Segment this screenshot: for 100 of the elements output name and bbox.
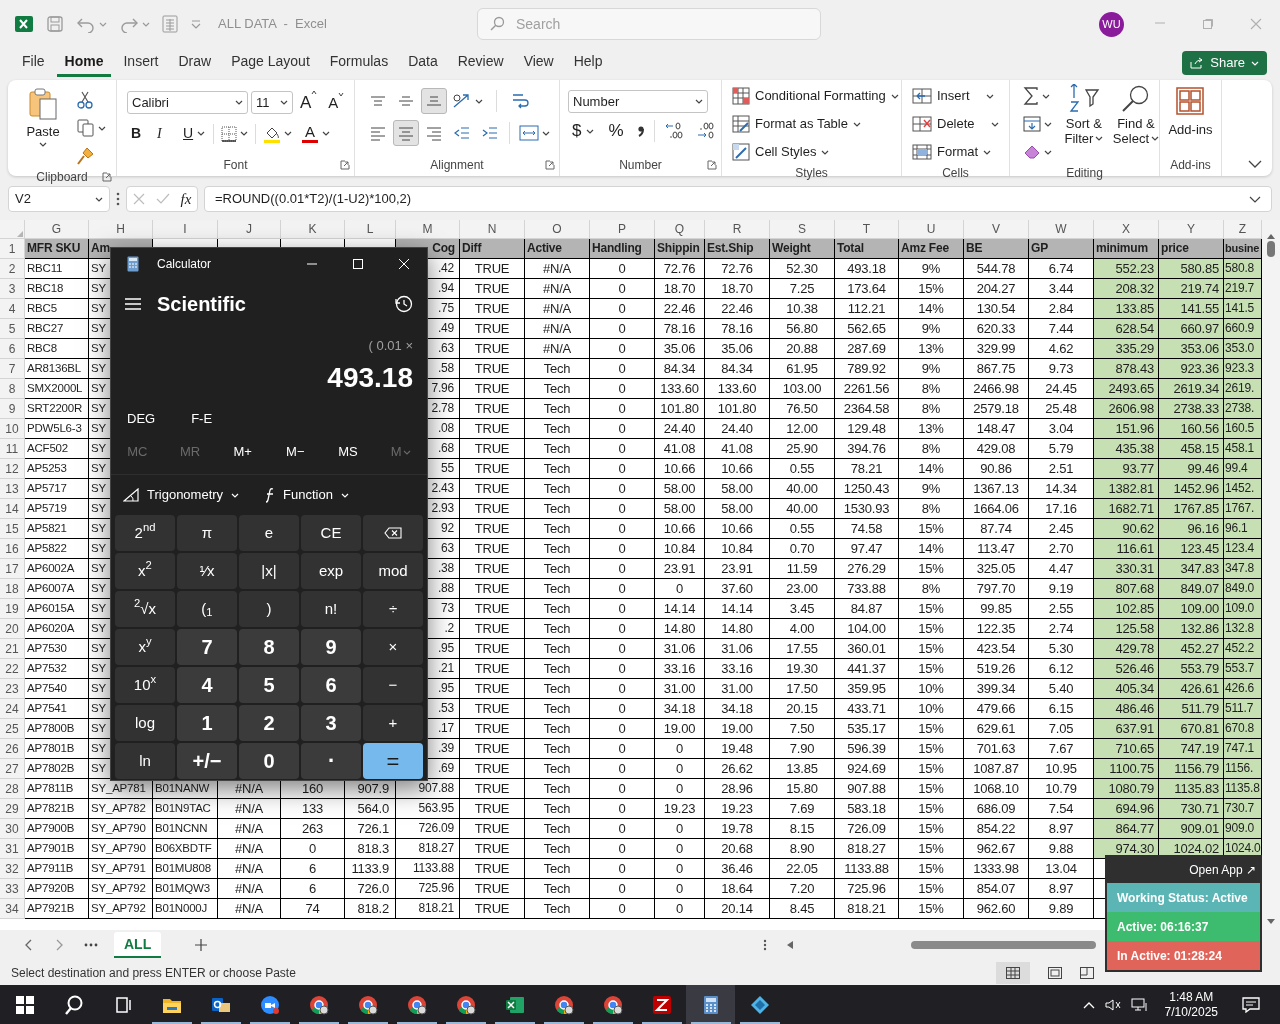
menu-tab[interactable]: Page Layout bbox=[223, 49, 318, 77]
menu-tab[interactable]: Home bbox=[56, 49, 112, 77]
dropdown-menu-button[interactable]: Function bbox=[265, 485, 349, 505]
row-header[interactable]: 16 bbox=[0, 539, 25, 559]
horizontal-scrollbar-thumb[interactable] bbox=[911, 941, 1097, 949]
column-header[interactable]: W bbox=[1029, 220, 1094, 239]
row-header[interactable]: 19 bbox=[0, 599, 25, 619]
add-sheet-icon[interactable] bbox=[195, 939, 208, 951]
font-size-dropdown[interactable]: 11 bbox=[251, 91, 293, 115]
dialog-launcher-icon[interactable] bbox=[545, 160, 555, 170]
column-header[interactable]: H bbox=[89, 220, 153, 239]
calculator-key[interactable]: − bbox=[363, 667, 423, 703]
name-box[interactable]: V2 bbox=[8, 186, 110, 212]
calculator-key[interactable]: ÷ bbox=[363, 591, 423, 627]
row-header[interactable]: 28 bbox=[0, 779, 25, 799]
more-options-icon[interactable] bbox=[116, 192, 120, 206]
menu-tab[interactable]: Data bbox=[400, 49, 446, 77]
column-header[interactable]: T bbox=[835, 220, 899, 239]
row-header[interactable]: 13 bbox=[0, 479, 25, 499]
column-header[interactable]: X bbox=[1094, 220, 1159, 239]
memory-button[interactable]: M− bbox=[269, 442, 322, 462]
calculator-key[interactable]: |x| bbox=[239, 553, 299, 589]
memory-button[interactable]: MS bbox=[321, 442, 375, 462]
clock-button[interactable]: 1:48 AM 7/10/2025 bbox=[1158, 989, 1224, 1020]
calculator-key[interactable]: mod bbox=[363, 553, 423, 589]
sheet-tab[interactable]: ALL bbox=[114, 932, 162, 958]
equals-key[interactable]: = bbox=[363, 743, 423, 779]
calculator-key[interactable]: . bbox=[301, 743, 361, 779]
previous-sheet-icon[interactable] bbox=[24, 939, 32, 951]
find-select-button[interactable]: Find & Select bbox=[1112, 84, 1159, 146]
row-header[interactable]: 22 bbox=[0, 659, 25, 679]
row-header[interactable]: 1 bbox=[0, 239, 25, 259]
menu-tab[interactable]: Draw bbox=[170, 49, 220, 77]
page-break-icon[interactable] bbox=[1080, 966, 1094, 979]
share-button[interactable]: Share bbox=[1182, 51, 1267, 75]
column-header[interactable]: G bbox=[25, 220, 89, 239]
dialog-launcher-icon[interactable] bbox=[340, 160, 350, 170]
network-icon[interactable] bbox=[1130, 997, 1149, 1012]
menu-icon[interactable] bbox=[125, 298, 141, 310]
row-header[interactable]: 26 bbox=[0, 739, 25, 759]
conditional-formatting-button[interactable]: Conditional Formatting bbox=[732, 84, 901, 108]
expand-icon[interactable] bbox=[1249, 195, 1261, 203]
row-header[interactable]: 9 bbox=[0, 399, 25, 419]
row-header[interactable]: 23 bbox=[0, 679, 25, 699]
normal-view-button[interactable] bbox=[996, 961, 1030, 984]
calculator-key[interactable]: 10$^{x}$ bbox=[115, 667, 175, 703]
calculator-key[interactable]: 2$^{nd}$ bbox=[115, 515, 175, 551]
row-header[interactable]: 15 bbox=[0, 519, 25, 539]
row-header[interactable]: 18 bbox=[0, 579, 25, 599]
format-as-table-button[interactable]: Format as Table bbox=[732, 112, 901, 136]
number-format-dropdown[interactable]: Number bbox=[568, 90, 708, 113]
paste-button[interactable]: Paste bbox=[22, 86, 64, 147]
row-header[interactable]: 17 bbox=[0, 559, 25, 579]
bold-button[interactable]: B bbox=[127, 121, 149, 146]
dropdown-menu-button[interactable]: Trigonometry bbox=[123, 485, 240, 505]
calculator-key[interactable]: + bbox=[363, 705, 423, 741]
row-header[interactable]: 25 bbox=[0, 719, 25, 739]
insert-function-button[interactable]: fx bbox=[180, 187, 192, 211]
column-header[interactable]: S bbox=[770, 220, 835, 239]
sort-filter-button[interactable]: Sort & Filter bbox=[1061, 84, 1107, 146]
collapse-ribbon-icon[interactable] bbox=[1248, 160, 1262, 168]
checkmark-icon[interactable] bbox=[155, 193, 170, 205]
column-header[interactable]: P bbox=[590, 220, 655, 239]
column-header[interactable]: Q bbox=[655, 220, 705, 239]
row-header[interactable]: 3 bbox=[0, 279, 25, 299]
vertical-scrollbar-thumb[interactable] bbox=[1267, 241, 1275, 257]
column-header[interactable]: K bbox=[281, 220, 345, 239]
row-header[interactable]: 29 bbox=[0, 799, 25, 819]
row-header[interactable]: 12 bbox=[0, 459, 25, 479]
column-header[interactable]: V bbox=[964, 220, 1029, 239]
user-avatar[interactable]: WU bbox=[1099, 11, 1124, 37]
calculator-key[interactable]: 0 bbox=[239, 743, 299, 779]
row-header[interactable]: 20 bbox=[0, 619, 25, 639]
row-header[interactable]: 21 bbox=[0, 639, 25, 659]
calculator-key[interactable]: 3 bbox=[301, 705, 361, 741]
menu-tab[interactable]: File bbox=[14, 49, 53, 77]
cell-styles-button[interactable]: Cell Styles bbox=[732, 140, 901, 164]
column-header[interactable]: R bbox=[705, 220, 770, 239]
calculator-key[interactable]: ) bbox=[239, 591, 299, 627]
calculator-key[interactable]: e bbox=[239, 515, 299, 551]
column-header[interactable]: Y bbox=[1159, 220, 1224, 239]
column-header[interactable]: M bbox=[396, 220, 460, 239]
row-header[interactable]: 7 bbox=[0, 359, 25, 379]
row-header[interactable]: 6 bbox=[0, 339, 25, 359]
decrease-font-size-button[interactable]: A bbox=[324, 91, 349, 114]
row-header[interactable]: 5 bbox=[0, 319, 25, 339]
dialog-launcher-icon[interactable] bbox=[102, 172, 112, 182]
scientific-notation-button[interactable]: F-E bbox=[191, 409, 213, 429]
search-field[interactable]: Search bbox=[477, 8, 821, 40]
calculator-key[interactable]: x$^{y}$ bbox=[115, 629, 175, 665]
currency-format-button[interactable]: $ bbox=[568, 119, 599, 143]
calculator-key[interactable]: ¹⁄x bbox=[177, 553, 237, 589]
row-header[interactable]: 30 bbox=[0, 819, 25, 839]
calculator-key[interactable]: 2 bbox=[239, 705, 299, 741]
format-cells-button[interactable]: Format bbox=[912, 140, 1009, 164]
calculator-key[interactable]: log bbox=[115, 705, 175, 741]
row-header[interactable]: 14 bbox=[0, 499, 25, 519]
muted-speaker-icon[interactable] bbox=[1104, 997, 1121, 1012]
calculator-key[interactable]: 5 bbox=[239, 667, 299, 703]
row-header[interactable]: 27 bbox=[0, 759, 25, 779]
